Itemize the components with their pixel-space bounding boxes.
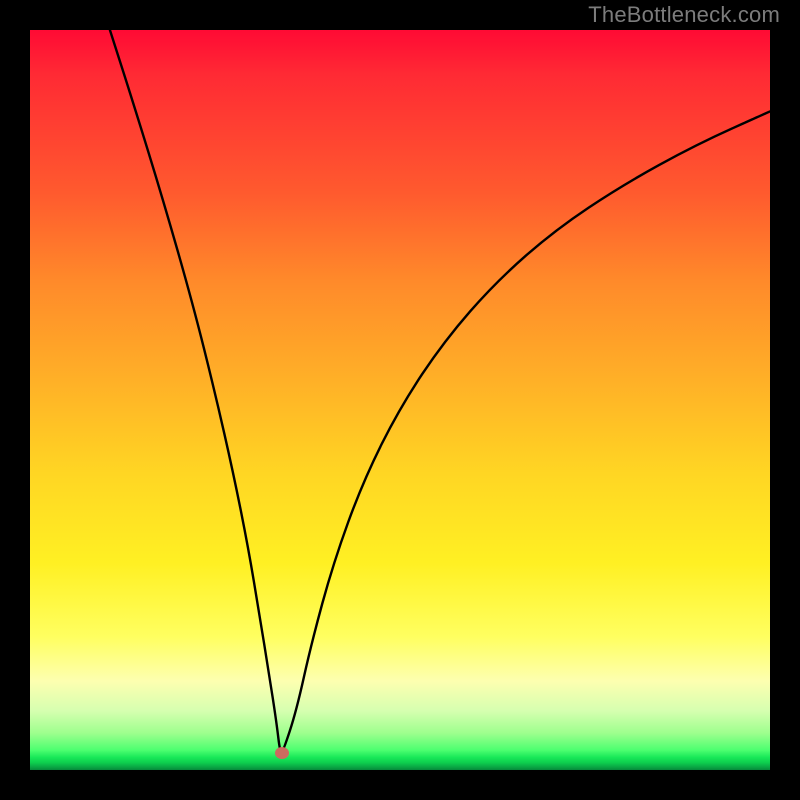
optimal-point-marker (275, 747, 289, 759)
watermark-text: TheBottleneck.com (588, 2, 780, 28)
chart-frame: TheBottleneck.com (0, 0, 800, 800)
bottleneck-curve (30, 30, 770, 770)
plot-area (30, 30, 770, 770)
